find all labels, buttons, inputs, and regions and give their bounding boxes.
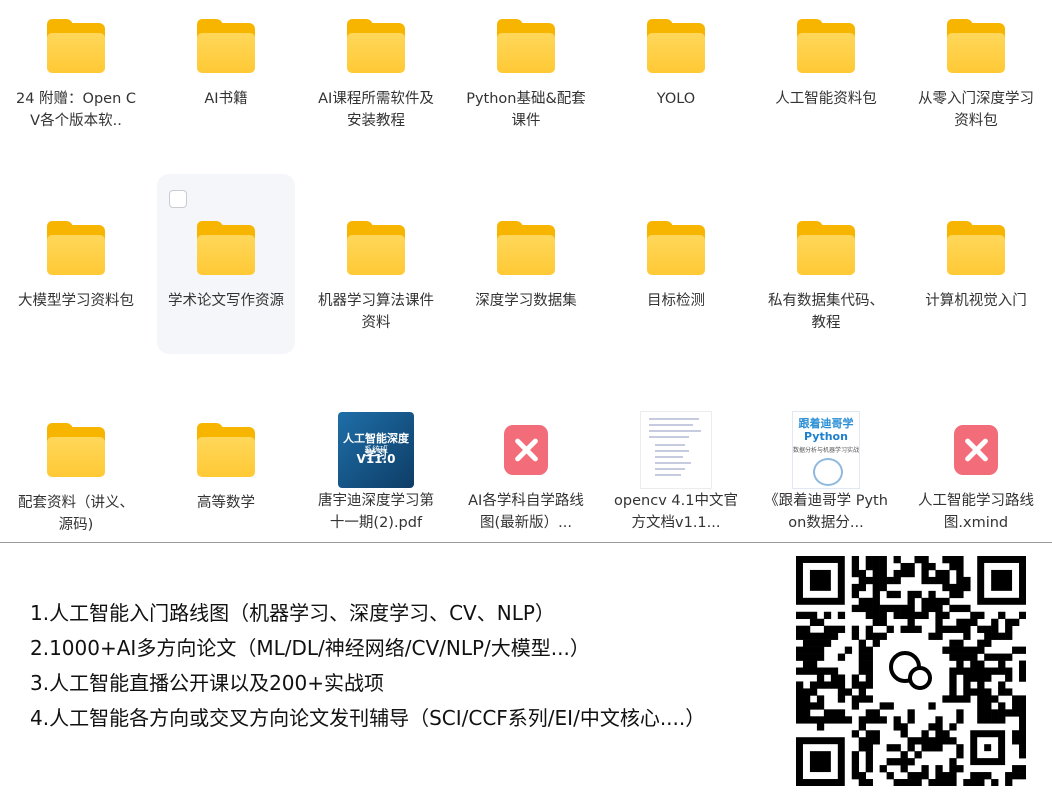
folder-icon [188, 10, 264, 86]
file-name: AI各学科自学路线图(最新版）... [468, 493, 584, 531]
folder-item[interactable]: AI书籍 [157, 2, 295, 182]
folder-item[interactable]: 机器学习算法课件资料 [307, 204, 445, 384]
file-name: 机器学习算法课件资料 [318, 293, 434, 331]
file-name: AI书籍 [204, 91, 248, 107]
promo-list: 1.人工智能入门路线图（机器学习、深度学习、CV、NLP） 2.1000+AI多… [30, 596, 705, 736]
folder-icon [38, 212, 114, 288]
folder-item[interactable]: 私有数据集代码、教程 [757, 204, 895, 384]
folder-item[interactable]: 人工智能资料包 [757, 2, 895, 182]
folder-item-hovered[interactable]: 学术论文写作资源 [157, 174, 295, 354]
book-cover-subtitle: 数据分析与机器学习实战 [793, 447, 860, 454]
folder-icon [38, 10, 114, 86]
doc-thumbnail [638, 411, 714, 489]
file-name: 学术论文写作资源 [168, 293, 284, 309]
file-name: 配套资料（讲义、源码) [18, 495, 134, 533]
file-name: 人工智能学习路线图.xmind [918, 493, 1034, 531]
file-name: YOLO [656, 91, 696, 107]
file-name: AI课程所需软件及安装教程 [318, 91, 434, 129]
folder-icon [38, 414, 114, 490]
folder-item[interactable]: YOLO [607, 2, 745, 182]
file-name: 计算机视觉入门 [925, 293, 1027, 309]
file-name: 24 附赠：Open CV各个版本软.. [15, 91, 137, 129]
file-name: 深度学习数据集 [475, 293, 577, 309]
folder-icon [638, 10, 714, 86]
folder-icon [788, 10, 864, 86]
promo-line: 2.1000+AI多方向论文（ML/DL/神经网络/CV/NLP/大模型...） [30, 636, 590, 660]
folder-icon [188, 212, 264, 288]
file-name: 私有数据集代码、教程 [768, 293, 884, 331]
folder-item[interactable]: 计算机视觉入门 [907, 204, 1045, 384]
file-name: 目标检测 [647, 293, 705, 309]
folder-item[interactable]: 高等数学 [157, 406, 295, 586]
qr-code-image [796, 556, 1027, 787]
xmind-icon [488, 412, 564, 488]
folder-icon [188, 414, 264, 490]
xmind-icon [938, 412, 1014, 488]
folder-item[interactable]: 目标检测 [607, 204, 745, 384]
section-divider [0, 542, 1052, 543]
file-name: opencv 4.1中文官方文档v1.1... [614, 493, 738, 531]
folder-item[interactable]: 从零入门深度学习资料包 [907, 2, 1045, 182]
file-name: 《跟着迪哥学 Python数据分... [764, 493, 888, 531]
folder-item[interactable]: 24 附赠：Open CV各个版本软.. [7, 2, 145, 182]
pdf-cover-version: V11.0 [356, 452, 396, 466]
xmind-file-item[interactable]: AI各学科自学路线图(最新版）... [457, 404, 595, 584]
folder-icon [338, 10, 414, 86]
select-checkbox[interactable] [169, 190, 187, 208]
folder-icon [788, 212, 864, 288]
folder-item[interactable]: Python基础&配套课件 [457, 2, 595, 182]
file-name: 从零入门深度学习资料包 [918, 91, 1034, 129]
doc-file-item[interactable]: opencv 4.1中文官方文档v1.1... [607, 404, 745, 584]
promo-line: 1.人工智能入门路线图（机器学习、深度学习、CV、NLP） [30, 601, 555, 625]
file-name: 大模型学习资料包 [18, 293, 134, 309]
file-name: 人工智能资料包 [775, 91, 877, 107]
folder-item[interactable]: AI课程所需软件及安装教程 [307, 2, 445, 182]
file-name: 唐宇迪深度学习第十一期(2).pdf [318, 493, 434, 531]
book-cover-art [813, 458, 843, 486]
book-cover-title: 跟着迪哥学 [798, 417, 854, 430]
qr-code [796, 556, 1027, 787]
folder-item[interactable]: 大模型学习资料包 [7, 204, 145, 384]
folder-icon [938, 212, 1014, 288]
folder-item[interactable]: 配套资料（讲义、源码) [7, 406, 145, 586]
book-thumbnail: 跟着迪哥学 Python 数据分析与机器学习实战 [788, 411, 864, 489]
folder-icon [338, 212, 414, 288]
book-cover-python: Python [804, 430, 848, 443]
pdf-file-item[interactable]: 人工智能深度学习 系统班 V11.0 唐宇迪深度学习第十一期(2).pdf [307, 404, 445, 584]
folder-icon [488, 212, 564, 288]
file-name: Python基础&配套课件 [466, 91, 586, 129]
chat-logo-icon [884, 644, 938, 698]
promo-line: 3.人工智能直播公开课以及200+实战项 [30, 671, 385, 695]
pdf-thumbnail: 人工智能深度学习 系统班 V11.0 [338, 412, 414, 488]
folder-icon [638, 212, 714, 288]
file-name: 高等数学 [197, 495, 255, 511]
folder-icon [488, 10, 564, 86]
file-grid: 24 附赠：Open CV各个版本软.. AI书籍 AI课程所需软件及安装教程 … [0, 0, 1052, 540]
folder-icon [938, 10, 1014, 86]
promo-line: 4.人工智能各方向或交叉方向论文发刊辅导（SCI/CCF系列/EI/中文核心..… [30, 706, 706, 730]
folder-item[interactable]: 深度学习数据集 [457, 204, 595, 384]
